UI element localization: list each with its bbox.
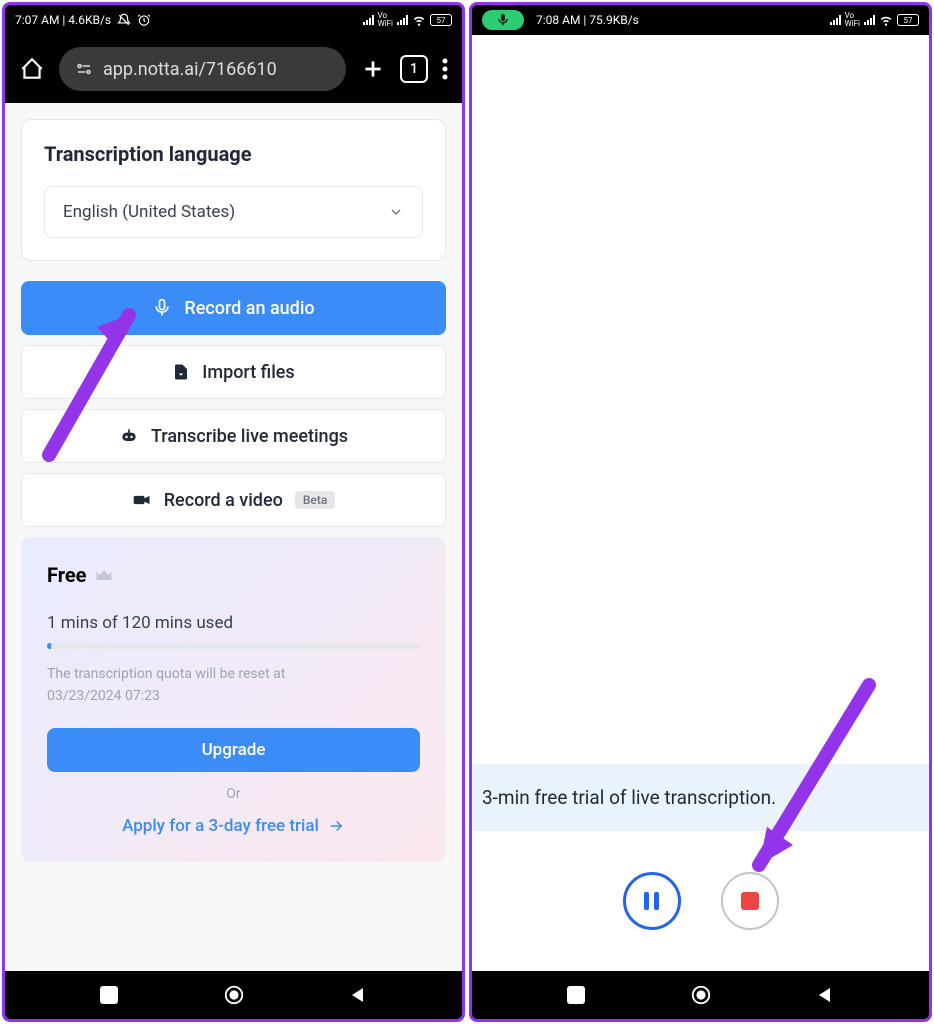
- pause-icon: [644, 892, 659, 910]
- stop-button[interactable]: [721, 872, 779, 930]
- dropdown-value: English (United States): [63, 202, 235, 222]
- card-title: Transcription language: [44, 142, 423, 166]
- nav-bar: [472, 971, 929, 1019]
- browser-bar: app.notta.ai/7166610 1: [5, 35, 462, 103]
- status-time: 7:07 AM | 4.6KB/s: [15, 13, 111, 27]
- chevron-down-icon: [388, 204, 404, 220]
- vowifi-icon: VoWiFi: [845, 12, 860, 28]
- upgrade-button[interactable]: Upgrade: [47, 728, 420, 772]
- language-card: Transcription language English (United S…: [21, 119, 446, 261]
- plan-note: The transcription quota will be reset at…: [47, 663, 420, 708]
- do-not-disturb-icon: [117, 13, 131, 27]
- record-audio-button[interactable]: Record an audio: [21, 281, 446, 335]
- url-text: app.notta.ai/7166610: [103, 59, 277, 80]
- import-files-button[interactable]: Import files: [21, 345, 446, 399]
- mic-icon: [496, 13, 510, 27]
- crown-icon: [94, 565, 114, 585]
- home-icon[interactable]: [19, 56, 45, 82]
- record-controls: [472, 831, 929, 971]
- battery-icon: 57: [430, 14, 452, 26]
- status-bar: 7:07 AM | 4.6KB/s VoWiFi 57: [5, 5, 462, 35]
- nav-back-button[interactable]: [805, 975, 845, 1015]
- beta-badge: Beta: [295, 491, 335, 509]
- signal-icon-2: [397, 15, 408, 25]
- bot-icon: [119, 426, 139, 446]
- alarm-icon: [137, 13, 151, 27]
- nav-home-button[interactable]: [681, 975, 721, 1015]
- recording-indicator: [482, 10, 524, 30]
- phone-left: 7:07 AM | 4.6KB/s VoWiFi 57 app.notta.ai…: [2, 2, 465, 1022]
- mic-icon: [152, 298, 172, 318]
- nav-home-button[interactable]: [214, 975, 254, 1015]
- new-tab-icon[interactable]: [360, 56, 386, 82]
- main-content: Transcription language English (United S…: [5, 103, 462, 971]
- signal-icon: [830, 15, 841, 25]
- url-bar[interactable]: app.notta.ai/7166610: [59, 47, 346, 91]
- or-text: Or: [47, 786, 420, 802]
- language-dropdown[interactable]: English (United States): [44, 186, 423, 238]
- record-video-button[interactable]: Record a video Beta: [21, 473, 446, 527]
- stop-icon: [741, 892, 759, 910]
- nav-bar: [5, 971, 462, 1019]
- video-icon: [132, 490, 152, 510]
- site-settings-icon: [75, 60, 93, 78]
- plan-title: Free: [47, 563, 420, 587]
- tab-count-button[interactable]: 1: [400, 55, 428, 83]
- nav-back-button[interactable]: [338, 975, 378, 1015]
- signal-icon: [363, 15, 374, 25]
- battery-icon: 57: [897, 14, 919, 26]
- nav-recents-button[interactable]: [556, 975, 596, 1015]
- transcribe-meetings-button[interactable]: Transcribe live meetings: [21, 409, 446, 463]
- wifi-icon: [412, 13, 426, 27]
- status-bar: 7:08 AM | 75.9KB/s VoWiFi 57: [472, 5, 929, 35]
- menu-icon[interactable]: [442, 58, 448, 80]
- vowifi-icon: VoWiFi: [378, 12, 393, 28]
- signal-icon-2: [864, 15, 875, 25]
- wifi-icon: [879, 13, 893, 27]
- file-icon: [172, 363, 190, 381]
- progress-bar: [47, 643, 420, 649]
- nav-recents-button[interactable]: [89, 975, 129, 1015]
- plan-usage: 1 mins of 120 mins used: [47, 613, 420, 633]
- phone-right: 7:08 AM | 75.9KB/s VoWiFi 57 3-min free …: [469, 2, 932, 1022]
- status-time: 7:08 AM | 75.9KB/s: [536, 13, 639, 27]
- recording-screen: 3-min free trial of live transcription.: [472, 35, 929, 971]
- plan-card: Free 1 mins of 120 mins used The transcr…: [21, 537, 446, 862]
- trial-link[interactable]: Apply for a 3-day free trial: [47, 816, 420, 836]
- arrow-right-icon: [327, 817, 345, 835]
- trial-banner: 3-min free trial of live transcription.: [472, 764, 929, 831]
- pause-button[interactable]: [623, 872, 681, 930]
